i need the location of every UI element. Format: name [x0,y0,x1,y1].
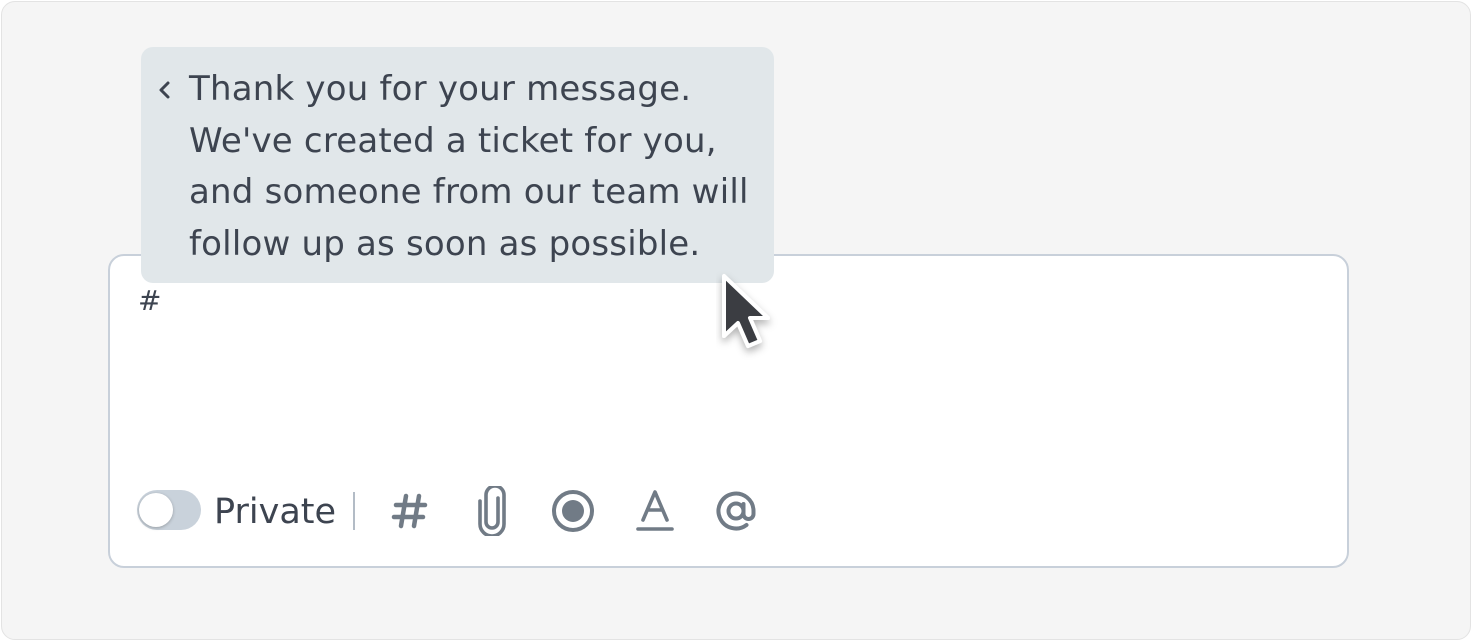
hashtag-button[interactable] [386,486,434,536]
mouse-cursor-icon [722,274,770,348]
toolbar-divider [353,492,355,530]
private-label: Private [214,492,337,532]
hashtag-icon [391,493,428,529]
attach-button[interactable] [468,486,516,536]
paperclip-icon [478,486,506,536]
text-format-icon [636,490,674,531]
record-icon [552,490,594,532]
suggestion-text[interactable]: Thank you for your message. We've create… [189,64,769,270]
suggestion-line: and someone from our team will [189,172,749,212]
suggestion-line: follow up as soon as possible. [189,223,701,264]
at-icon [716,491,756,531]
text-format-button[interactable] [631,486,679,536]
record-button[interactable] [549,486,597,536]
private-toggle[interactable] [137,490,201,530]
chevron-left-icon[interactable] [155,78,175,102]
suggestion-line: Thank you for your message. [189,69,692,109]
composer-input-text[interactable]: # [138,284,161,317]
toggle-knob [139,493,173,527]
mention-button[interactable] [712,486,760,536]
suggestion-line: We've created a ticket for you, [189,120,717,161]
